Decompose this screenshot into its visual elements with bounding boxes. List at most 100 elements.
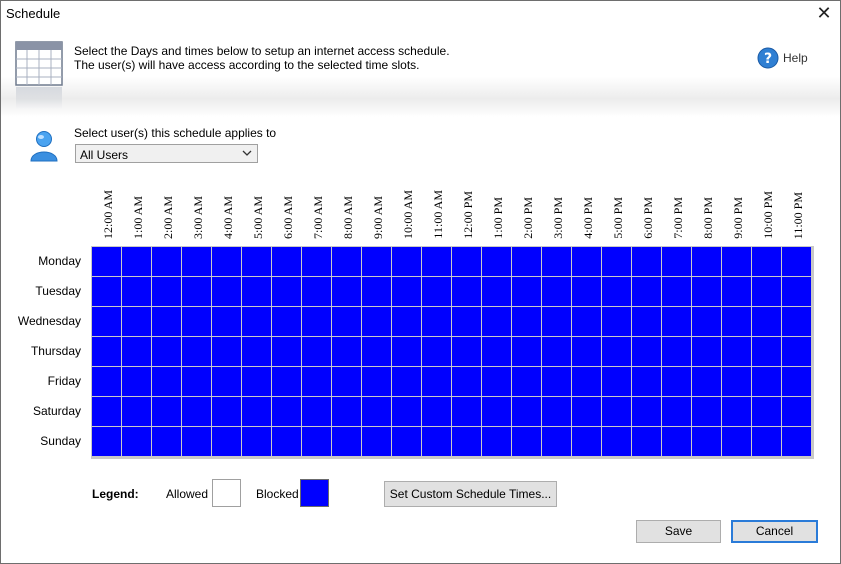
time-slot-cell[interactable]	[242, 367, 271, 396]
time-slot-cell[interactable]	[152, 277, 181, 306]
time-slot-cell[interactable]	[782, 427, 811, 456]
time-slot-cell[interactable]	[452, 337, 481, 366]
time-slot-cell[interactable]	[242, 427, 271, 456]
time-slot-cell[interactable]	[452, 247, 481, 276]
time-slot-cell[interactable]	[212, 277, 241, 306]
time-slot-cell[interactable]	[692, 277, 721, 306]
time-slot-cell[interactable]	[422, 367, 451, 396]
time-slot-cell[interactable]	[632, 247, 661, 276]
time-slot-cell[interactable]	[122, 367, 151, 396]
time-slot-cell[interactable]	[602, 367, 631, 396]
time-slot-cell[interactable]	[272, 247, 301, 276]
time-slot-cell[interactable]	[782, 247, 811, 276]
time-slot-cell[interactable]	[692, 337, 721, 366]
time-slot-cell[interactable]	[662, 427, 691, 456]
time-slot-cell[interactable]	[302, 397, 331, 426]
time-slot-cell[interactable]	[512, 397, 541, 426]
time-slot-cell[interactable]	[722, 427, 751, 456]
time-slot-cell[interactable]	[722, 397, 751, 426]
time-slot-cell[interactable]	[782, 307, 811, 336]
time-slot-cell[interactable]	[632, 427, 661, 456]
time-slot-cell[interactable]	[332, 247, 361, 276]
time-slot-cell[interactable]	[302, 247, 331, 276]
time-slot-cell[interactable]	[332, 337, 361, 366]
time-slot-cell[interactable]	[242, 307, 271, 336]
time-slot-cell[interactable]	[782, 277, 811, 306]
time-slot-cell[interactable]	[452, 367, 481, 396]
time-slot-cell[interactable]	[122, 337, 151, 366]
time-slot-cell[interactable]	[392, 367, 421, 396]
time-slot-cell[interactable]	[752, 337, 781, 366]
time-slot-cell[interactable]	[602, 247, 631, 276]
time-slot-cell[interactable]	[662, 397, 691, 426]
time-slot-cell[interactable]	[422, 397, 451, 426]
time-slot-cell[interactable]	[452, 427, 481, 456]
time-slot-cell[interactable]	[392, 277, 421, 306]
time-slot-cell[interactable]	[332, 367, 361, 396]
time-slot-cell[interactable]	[662, 277, 691, 306]
time-slot-cell[interactable]	[632, 277, 661, 306]
time-slot-cell[interactable]	[602, 427, 631, 456]
time-slot-cell[interactable]	[92, 277, 121, 306]
time-slot-cell[interactable]	[392, 247, 421, 276]
time-slot-cell[interactable]	[662, 367, 691, 396]
time-slot-cell[interactable]	[482, 307, 511, 336]
time-slot-cell[interactable]	[182, 247, 211, 276]
time-slot-cell[interactable]	[152, 337, 181, 366]
time-slot-cell[interactable]	[242, 247, 271, 276]
time-slot-cell[interactable]	[782, 367, 811, 396]
time-slot-cell[interactable]	[692, 427, 721, 456]
time-slot-cell[interactable]	[452, 307, 481, 336]
time-slot-cell[interactable]	[632, 307, 661, 336]
time-slot-cell[interactable]	[152, 247, 181, 276]
time-slot-cell[interactable]	[212, 307, 241, 336]
time-slot-cell[interactable]	[482, 337, 511, 366]
time-slot-cell[interactable]	[212, 337, 241, 366]
time-slot-cell[interactable]	[572, 247, 601, 276]
close-icon[interactable]: ✕	[814, 3, 834, 23]
time-slot-cell[interactable]	[272, 307, 301, 336]
time-slot-cell[interactable]	[152, 427, 181, 456]
time-slot-cell[interactable]	[272, 277, 301, 306]
time-slot-cell[interactable]	[692, 307, 721, 336]
time-slot-cell[interactable]	[272, 337, 301, 366]
time-slot-cell[interactable]	[602, 397, 631, 426]
time-slot-cell[interactable]	[302, 307, 331, 336]
time-slot-cell[interactable]	[92, 247, 121, 276]
time-slot-cell[interactable]	[92, 307, 121, 336]
time-slot-cell[interactable]	[782, 337, 811, 366]
time-slot-cell[interactable]	[632, 337, 661, 366]
time-slot-cell[interactable]	[512, 307, 541, 336]
time-slot-cell[interactable]	[92, 427, 121, 456]
time-slot-cell[interactable]	[482, 397, 511, 426]
time-slot-cell[interactable]	[662, 337, 691, 366]
time-slot-cell[interactable]	[362, 307, 391, 336]
time-slot-cell[interactable]	[572, 427, 601, 456]
time-slot-cell[interactable]	[182, 307, 211, 336]
time-slot-cell[interactable]	[572, 307, 601, 336]
time-slot-cell[interactable]	[692, 247, 721, 276]
time-slot-cell[interactable]	[122, 277, 151, 306]
time-slot-cell[interactable]	[332, 427, 361, 456]
time-slot-cell[interactable]	[422, 307, 451, 336]
time-slot-cell[interactable]	[422, 277, 451, 306]
time-slot-cell[interactable]	[752, 367, 781, 396]
time-slot-cell[interactable]	[692, 367, 721, 396]
time-slot-cell[interactable]	[362, 277, 391, 306]
time-slot-cell[interactable]	[692, 397, 721, 426]
time-slot-cell[interactable]	[542, 397, 571, 426]
time-slot-cell[interactable]	[182, 427, 211, 456]
time-slot-cell[interactable]	[722, 277, 751, 306]
time-slot-cell[interactable]	[572, 367, 601, 396]
time-slot-cell[interactable]	[92, 397, 121, 426]
time-slot-cell[interactable]	[392, 307, 421, 336]
time-slot-cell[interactable]	[602, 307, 631, 336]
time-slot-cell[interactable]	[512, 367, 541, 396]
time-slot-cell[interactable]	[362, 427, 391, 456]
time-slot-cell[interactable]	[122, 307, 151, 336]
save-button[interactable]: Save	[636, 520, 721, 543]
time-slot-cell[interactable]	[272, 367, 301, 396]
time-slot-cell[interactable]	[722, 247, 751, 276]
time-slot-cell[interactable]	[212, 427, 241, 456]
time-slot-cell[interactable]	[152, 367, 181, 396]
